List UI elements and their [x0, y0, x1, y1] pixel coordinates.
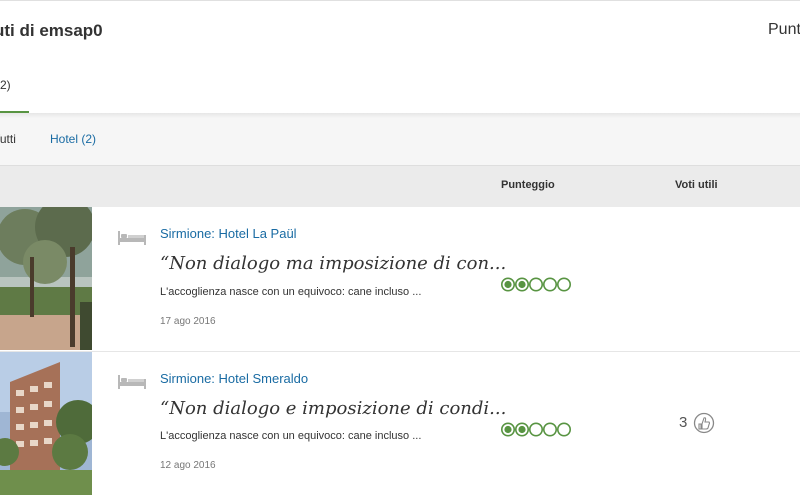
rating-bubbles: [501, 277, 571, 292]
hotel-photo[interactable]: [0, 207, 92, 350]
filter-all[interactable]: Tutti: [0, 132, 16, 146]
hotel-photo[interactable]: [0, 352, 92, 495]
rating-bubble-empty: [542, 422, 557, 437]
hotel-link[interactable]: Sirmione: Hotel La Paül: [160, 226, 297, 241]
hotel-bed-icon: [117, 373, 147, 391]
rating-bubble-fill: [504, 280, 512, 289]
profile-header: uti di emsap0 Punt 2): [0, 0, 800, 114]
rating-bubble-empty: [528, 277, 543, 292]
review-date: 17 ago 2016: [160, 316, 216, 327]
column-score: Punteggio: [501, 179, 555, 191]
column-helpful-votes: Voti utili: [675, 179, 718, 191]
filter-bar: [0, 113, 800, 165]
review-snippet: L'accoglienza nasce con un equivoco: can…: [160, 430, 422, 442]
filter-hotel[interactable]: Hotel (2): [50, 132, 96, 146]
rating-bubble-fill: [518, 425, 526, 434]
points-label: Punt: [768, 21, 800, 38]
rating-bubble-empty: [528, 422, 543, 437]
helpful-votes-count: 3: [679, 414, 688, 431]
review-snippet: L'accoglienza nasce con un equivoco: can…: [160, 286, 422, 298]
hotel-link[interactable]: Sirmione: Hotel Smeraldo: [160, 371, 308, 386]
rating-bubble-empty: [556, 422, 571, 437]
review-row: Sirmione: Hotel Smeraldo “Non dialogo e …: [0, 351, 800, 495]
review-date: 12 ago 2016: [160, 460, 216, 471]
rating-bubble-fill: [504, 425, 512, 434]
column-header: Punteggio Voti utili: [0, 165, 800, 208]
review-title[interactable]: “Non dialogo ma imposizione di con...: [160, 253, 506, 274]
rating-bubbles: [501, 422, 571, 437]
page-title: uti di emsap0: [0, 21, 103, 40]
hotel-bed-icon: [117, 229, 147, 247]
header-shadow: [0, 113, 800, 118]
review-row: Sirmione: Hotel La Paül “Non dialogo ma …: [0, 207, 800, 350]
rating-bubble-fill: [518, 280, 526, 289]
thumbs-up-icon[interactable]: [693, 412, 715, 434]
tab-reviews-count[interactable]: 2): [0, 78, 11, 92]
rating-bubble-empty: [542, 277, 557, 292]
review-title[interactable]: “Non dialogo e imposizione di condi...: [160, 398, 506, 419]
rating-bubble-empty: [556, 277, 571, 292]
